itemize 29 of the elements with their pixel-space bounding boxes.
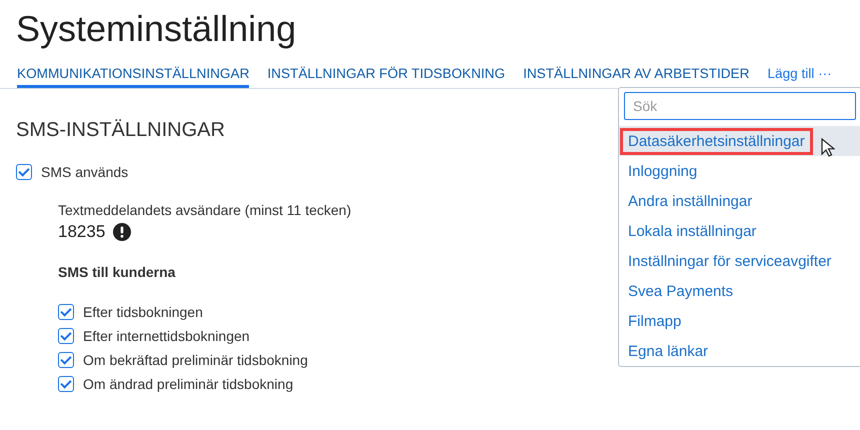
menu-item[interactable]: Svea Payments [620,278,742,304]
field-value: 18235 [58,222,106,242]
field-label: Textmeddelandets avsändare (minst 11 tecken) [58,202,352,218]
checkbox[interactable] [58,352,74,368]
checkbox[interactable] [16,164,32,180]
menu-item[interactable]: Egna länkar [620,338,716,364]
checkbox-label: Om bekräftad preliminär tidsbokning [83,352,308,368]
tab[interactable]: INSTÄLLNINGAR FÖR TIDSBOKNING [267,66,506,88]
checkbox-label: Om ändrad preliminär tidsbokning [83,376,294,392]
checkbox-label: SMS används [41,164,128,180]
search-field[interactable]: Sök [624,92,856,120]
menu-item[interactable]: Andra inställningar [620,188,760,214]
checkbox[interactable] [58,304,74,320]
checkbox-label: Efter tidsbokningen [83,304,203,320]
menu-item[interactable]: Inställningar för serviceavgifter [620,248,840,274]
tab[interactable]: INSTÄLLNINGAR AV ARBETSTIDER [523,66,750,88]
menu-item[interactable]: Inloggning [620,158,706,184]
subheading: SMS till kunderna [58,264,176,280]
page-title: Systeminställning [16,7,298,51]
menu-item[interactable]: Datasäkerhetsinställningar [620,128,813,154]
menu-item[interactable]: Filmapp [620,308,690,334]
tab[interactable]: KOMMUNIKATIONSINSTÄLLNINGAR [17,66,250,88]
checkbox-label: Efter internettidsbokningen [83,328,250,344]
section-heading: SMS-INSTÄLLNINGAR [16,119,225,142]
pointer-icon [820,138,835,158]
menu-item[interactable]: Lokala inställningar [620,218,764,244]
checkbox[interactable] [58,328,74,344]
add-link[interactable]: Lägg till ··· [767,66,832,88]
checkbox[interactable] [58,376,74,392]
